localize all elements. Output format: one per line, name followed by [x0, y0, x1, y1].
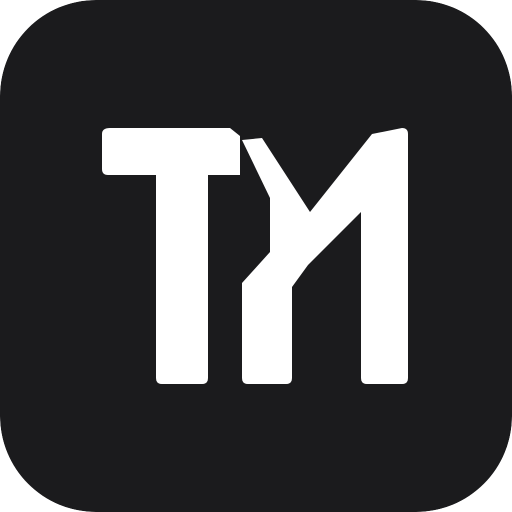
app-icon: TM: [0, 0, 512, 512]
tm-monogram-logo-icon: [0, 0, 512, 512]
icon-background: [0, 0, 512, 512]
